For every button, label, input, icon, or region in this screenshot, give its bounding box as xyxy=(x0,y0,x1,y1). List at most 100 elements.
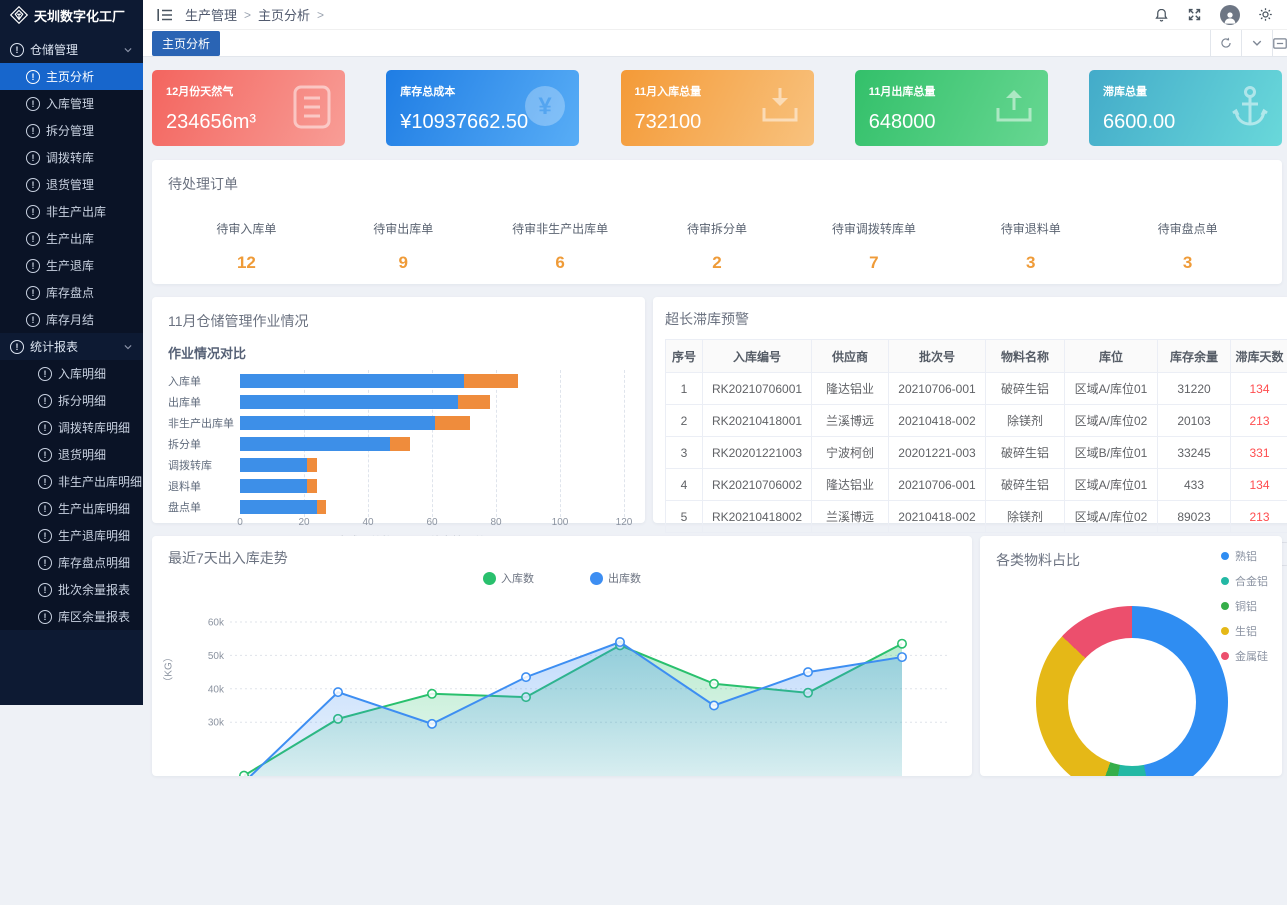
table-row[interactable]: 3RK20201221003宁波柯创20201221-003破碎生铝区域B/库位… xyxy=(666,437,1287,469)
pending-order-label: 待审非生产出库单 xyxy=(482,220,639,237)
kpi-card[interactable]: 12月份天然气234656m³ xyxy=(152,70,345,146)
collapse-menu-icon[interactable] xyxy=(157,8,173,22)
stacked-bar[interactable] xyxy=(240,458,317,472)
sidebar-item[interactable]: !库存盘点明细 xyxy=(0,549,143,576)
legend-item[interactable]: 金属硅 xyxy=(1221,648,1268,664)
tab-home-analysis[interactable]: 主页分析 xyxy=(152,31,220,56)
sidebar-item[interactable]: !仓储管理 xyxy=(0,36,143,63)
document-icon xyxy=(291,84,333,130)
table-cell: RK20210418001 xyxy=(703,405,812,437)
table-row[interactable]: 1RK20210706001隆达铝业20210706-001破碎生铝区域A/库位… xyxy=(666,373,1287,405)
table-header-cell: 入库编号 xyxy=(703,340,812,373)
table-cell: 5 xyxy=(666,501,703,533)
trend-panel: 最近7天出入库走势 入库数出库数 （KG） 60k50k40k30k xyxy=(152,536,972,776)
table-row[interactable]: 2RK20210418001兰溪博远20210418-002除镁剂区域A/库位0… xyxy=(666,405,1287,437)
sidebar-item[interactable]: ! 生产出库明细 xyxy=(0,495,143,522)
stacked-bar[interactable] xyxy=(240,416,470,430)
legend-dot xyxy=(1221,602,1229,610)
table-cell: 213 xyxy=(1231,405,1287,437)
circle-exclamation-icon: ! xyxy=(10,43,24,57)
legend-item[interactable]: 出库数 xyxy=(590,570,641,586)
sidebar-item[interactable]: !入库明细 xyxy=(0,360,143,387)
circle-exclamation-icon: ! xyxy=(38,502,52,516)
x-axis-tick: 40 xyxy=(362,517,373,528)
breadcrumb-item[interactable]: 生产管理 xyxy=(185,5,237,24)
sidebar-item[interactable]: !拆分管理 xyxy=(0,117,143,144)
breadcrumb-separator: > xyxy=(317,8,324,22)
sidebar-item[interactable]: !生产退库 xyxy=(0,252,143,279)
chevron-down-icon[interactable] xyxy=(1241,30,1272,56)
sidebar-item-label: 非生产出库明细 xyxy=(58,473,142,490)
bar-segment-pending xyxy=(307,479,317,493)
table-cell: 除镁剂 xyxy=(986,501,1065,533)
breadcrumb-item[interactable]: 主页分析 xyxy=(258,5,310,24)
legend-item[interactable]: 入库数 xyxy=(483,570,534,586)
bar-segment-completed xyxy=(240,500,317,514)
gear-icon[interactable] xyxy=(1258,7,1273,22)
pending-order-item[interactable]: 待审入库单12 xyxy=(168,220,325,273)
table-cell: 破碎生铝 xyxy=(986,437,1065,469)
bar-category-label: 盘点单 xyxy=(168,496,240,517)
sidebar-item[interactable]: !退货明细 xyxy=(0,441,143,468)
sidebar-item[interactable]: !统计报表 xyxy=(0,333,143,360)
sidebar-item-label: 退货明细 xyxy=(58,446,106,463)
table-row[interactable]: 5RK20210418002兰溪博远20210418-002除镁剂区域A/库位0… xyxy=(666,501,1287,533)
sidebar-item[interactable]: !生产出库 xyxy=(0,225,143,252)
fullscreen-icon[interactable] xyxy=(1187,7,1202,22)
table-cell: 31220 xyxy=(1158,373,1231,405)
sidebar-item[interactable]: !非生产出库 xyxy=(0,198,143,225)
download-tray-icon xyxy=(758,84,802,126)
stacked-bar[interactable] xyxy=(240,374,518,388)
table-cell: 3 xyxy=(666,437,703,469)
sidebar-item[interactable]: !拆分明细 xyxy=(0,387,143,414)
pending-panel-title: 待处理订单 xyxy=(168,174,1266,194)
pending-order-label: 待审拆分单 xyxy=(639,220,796,237)
bar-category-label: 调拨转库 xyxy=(168,454,240,475)
kpi-card[interactable]: 11月出库总量648000 xyxy=(855,70,1048,146)
pending-order-item[interactable]: 待审出库单9 xyxy=(325,220,482,273)
pending-order-item[interactable]: 待审调拨转库单7 xyxy=(795,220,952,273)
user-avatar[interactable] xyxy=(1220,5,1240,25)
bar-segment-completed xyxy=(240,374,464,388)
sidebar-item[interactable]: !入库管理 xyxy=(0,90,143,117)
sidebar-item[interactable]: !调拨转库 xyxy=(0,144,143,171)
kpi-card[interactable]: 库存总成本¥10937662.50¥ xyxy=(386,70,579,146)
kpi-card[interactable]: 滞库总量6600.00 xyxy=(1089,70,1282,146)
sidebar-item-label: 生产出库明细 xyxy=(58,500,130,517)
screenfull-icon[interactable] xyxy=(1272,30,1287,56)
x-axis-tick: 20 xyxy=(298,517,309,528)
stacked-bar[interactable] xyxy=(240,395,490,409)
sidebar-item[interactable]: !批次余量报表 xyxy=(0,576,143,603)
stacked-bar[interactable] xyxy=(240,500,326,514)
refresh-icon[interactable] xyxy=(1210,30,1241,56)
stacked-bar[interactable] xyxy=(240,437,410,451)
table-cell: 破碎生铝 xyxy=(986,373,1065,405)
sidebar-item[interactable]: !生产退库明细 xyxy=(0,522,143,549)
legend-item[interactable]: 铜铝 xyxy=(1221,598,1268,614)
sidebar-item[interactable]: !库存月结 xyxy=(0,306,143,333)
sidebar-item[interactable]: !非生产出库明细 xyxy=(0,468,143,495)
legend-item[interactable]: 熟铝 xyxy=(1221,548,1268,564)
sidebar-item[interactable]: !调拨转库明细 xyxy=(0,414,143,441)
legend-item[interactable]: 合金铝 xyxy=(1221,573,1268,589)
bell-icon[interactable] xyxy=(1154,7,1169,23)
circle-exclamation-icon: ! xyxy=(26,70,40,84)
pending-order-item[interactable]: 待审拆分单2 xyxy=(639,220,796,273)
legend-dot xyxy=(483,572,496,585)
sidebar-item[interactable]: !库存盘点 xyxy=(0,279,143,306)
pending-order-item[interactable]: 待审非生产出库单6 xyxy=(482,220,639,273)
donut-legend: 熟铝合金铝铜铝生铝金属硅 xyxy=(1221,548,1268,664)
sidebar-item-active[interactable]: !主页分析 xyxy=(0,63,143,90)
circle-exclamation-icon: ! xyxy=(38,367,52,381)
sidebar-item[interactable]: !库区余量报表 xyxy=(0,603,143,630)
circle-exclamation-icon: ! xyxy=(38,529,52,543)
stacked-bar[interactable] xyxy=(240,479,317,493)
kpi-card[interactable]: 11月入库总量732100 xyxy=(621,70,814,146)
table-row[interactable]: 4RK20210706002隆达铝业20210706-001破碎生铝区域A/库位… xyxy=(666,469,1287,501)
legend-item[interactable]: 生铝 xyxy=(1221,623,1268,639)
bar-row xyxy=(240,370,629,391)
pending-order-item[interactable]: 待审盘点单3 xyxy=(1109,220,1266,273)
sidebar-item-label: 调拨转库明细 xyxy=(58,419,130,436)
pending-order-item[interactable]: 待审退料单3 xyxy=(952,220,1109,273)
sidebar-item[interactable]: !退货管理 xyxy=(0,171,143,198)
